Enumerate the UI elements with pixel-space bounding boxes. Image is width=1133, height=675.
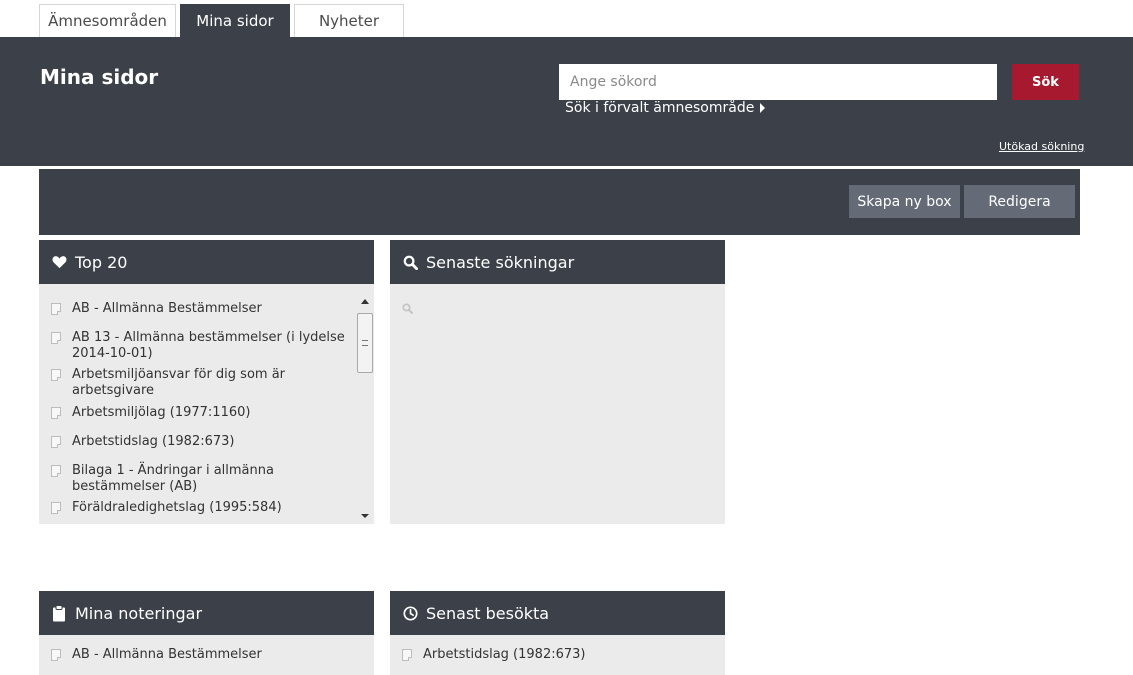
recently-visited-panel-body: Arbetstidslag (1982:673) xyxy=(390,635,725,675)
list-item-label: Arbetstidslag (1982:673) xyxy=(423,647,586,662)
top20-panel-title: Top 20 xyxy=(75,252,128,272)
top20-scrollbar[interactable] xyxy=(357,290,373,520)
list-item-label: Arbetstidslag (1982:673) xyxy=(72,434,235,449)
tab-mina-sidor[interactable]: Mina sidor xyxy=(180,4,290,37)
document-icon xyxy=(402,649,412,661)
document-icon xyxy=(51,303,61,315)
list-item[interactable]: AB 13 - Allmänna bestämmelser (i lydelse… xyxy=(51,330,356,362)
search-icon xyxy=(402,254,418,270)
tab-amnesomraden[interactable]: Ämnesområden xyxy=(39,4,176,37)
top20-panel-header: Top 20 xyxy=(39,240,374,284)
document-icon xyxy=(51,332,61,344)
clock-icon xyxy=(402,605,418,621)
scroll-thumb[interactable] xyxy=(357,313,373,373)
note-icon xyxy=(51,649,61,661)
main-tabs: Ämnesområden Mina sidor Nyheter xyxy=(39,4,408,37)
top20-panel: Top 20 AB - Allmänna Bestämmelser AB 13 … xyxy=(39,240,374,524)
scroll-up-arrow-icon[interactable] xyxy=(361,299,369,304)
scope-link-label: Sök i förvalt ämnesområde xyxy=(565,100,755,116)
heart-icon xyxy=(51,254,67,270)
advanced-search-link[interactable]: Utökad sökning xyxy=(999,140,1084,153)
tab-nyheter[interactable]: Nyheter xyxy=(294,4,404,37)
my-notes-panel-body: AB - Allmänna Bestämmelser xyxy=(39,635,374,675)
list-item[interactable]: Föräldraledighetslag (1995:584) xyxy=(51,500,356,516)
edit-button[interactable]: Redigera xyxy=(964,185,1075,218)
list-item-label: Arbetsmiljölag (1977:1160) xyxy=(72,405,251,420)
list-item[interactable]: Arbetstidslag (1982:673) xyxy=(402,647,707,663)
document-icon xyxy=(51,369,61,381)
list-item-label: AB - Allmänna Bestämmelser xyxy=(72,647,262,662)
list-item[interactable]: AB - Allmänna Bestämmelser xyxy=(51,301,356,317)
document-icon xyxy=(51,465,61,477)
recently-visited-panel-title: Senast besökta xyxy=(426,603,550,623)
list-item-label: Föräldraledighetslag (1995:584) xyxy=(72,500,282,515)
boxes-toolbar: Skapa ny box Redigera xyxy=(39,169,1080,235)
caret-right-icon xyxy=(760,103,766,113)
list-item-label: Bilaga 1 - Ändringar i allmänna bestämme… xyxy=(72,463,274,494)
list-item[interactable]: Arbetsmiljölag (1977:1160) xyxy=(51,405,356,421)
list-item[interactable]: Arbetstidslag (1982:673) xyxy=(51,434,356,450)
list-item-label: AB 13 - Allmänna bestämmelser (i lydelse… xyxy=(72,330,345,361)
my-notes-panel-header: Mina noteringar xyxy=(39,591,374,635)
recent-searches-panel-body xyxy=(390,284,725,524)
default-scope-search-link[interactable]: Sök i förvalt ämnesområde xyxy=(565,100,766,116)
create-new-box-button[interactable]: Skapa ny box xyxy=(849,185,960,218)
document-icon xyxy=(51,436,61,448)
list-item[interactable]: Arbetsmiljöansvar för dig som är arbetsg… xyxy=(51,367,356,399)
recently-visited-panel-header: Senast besökta xyxy=(390,591,725,635)
document-icon xyxy=(51,407,61,419)
document-icon xyxy=(51,502,61,514)
header: Mina sidor Sök Sök i förvalt ämnesområde… xyxy=(0,37,1133,166)
list-item-label: AB - Allmänna Bestämmelser xyxy=(72,301,262,316)
recent-searches-panel-title: Senaste sökningar xyxy=(426,252,575,272)
search-button[interactable]: Sök xyxy=(1012,64,1079,100)
recently-visited-panel: Senast besökta Arbetstidslag (1982:673) xyxy=(390,591,725,675)
list-item[interactable]: Bilaga 1 - Ändringar i allmänna bestämme… xyxy=(51,463,356,495)
recent-searches-panel: Senaste sökningar xyxy=(390,240,725,524)
search-icon xyxy=(402,299,413,318)
search-input[interactable] xyxy=(559,64,997,100)
list-item[interactable]: AB - Allmänna Bestämmelser xyxy=(51,647,356,663)
scroll-down-arrow-icon[interactable] xyxy=(361,514,369,518)
my-notes-panel: Mina noteringar AB - Allmänna Bestämmels… xyxy=(39,591,374,675)
clipboard-icon xyxy=(51,604,67,621)
top20-panel-body: AB - Allmänna Bestämmelser AB 13 - Allmä… xyxy=(39,284,374,524)
recent-searches-panel-header: Senaste sökningar xyxy=(390,240,725,284)
my-notes-panel-title: Mina noteringar xyxy=(75,603,203,623)
page-title: Mina sidor xyxy=(40,65,159,89)
list-item-label: Arbetsmiljöansvar för dig som är arbetsg… xyxy=(72,367,286,398)
